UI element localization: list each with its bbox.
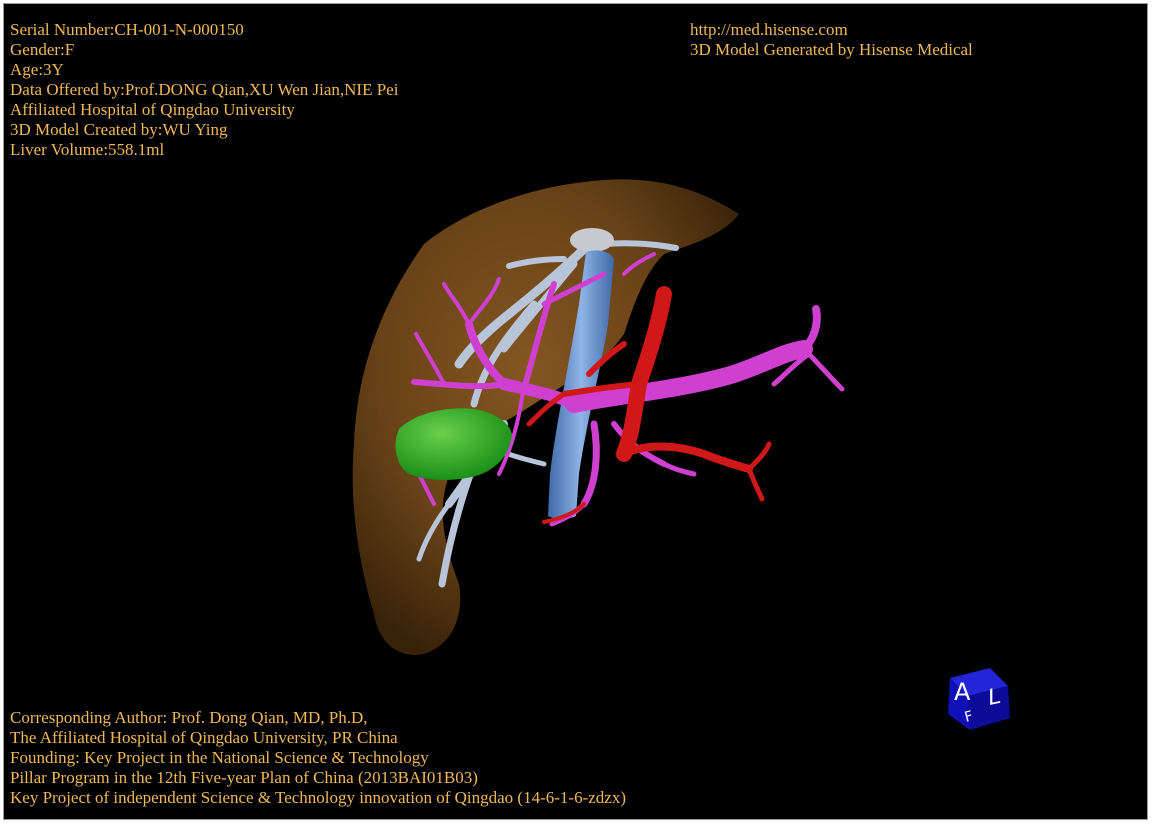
- cube-front-label: A: [954, 678, 971, 706]
- liver-volume-text: Liver Volume:558.1ml: [10, 140, 165, 159]
- tumor: [395, 408, 512, 480]
- generated-by-text: 3D Model Generated by Hisense Medical: [690, 40, 973, 59]
- patient-info-panel: Serial Number:CH-001-N-000150 Gender:F A…: [10, 20, 398, 160]
- hospital-text: Affiliated Hospital of Qingdao Universit…: [10, 100, 295, 119]
- cube-side-label: L: [988, 683, 1001, 711]
- credits-panel: Corresponding Author: Prof. Dong Qian, M…: [10, 708, 626, 808]
- liver-surface: [352, 179, 739, 655]
- founding-text: Founding: Key Project in the National Sc…: [10, 748, 429, 767]
- viewer-frame: Serial Number:CH-001-N-000150 Gender:F A…: [3, 3, 1148, 820]
- model-creator-text: 3D Model Created by:WU Ying: [10, 120, 228, 139]
- gender-text: Gender:F: [10, 40, 75, 59]
- vendor-url-text: http://med.hisense.com: [690, 20, 848, 39]
- affiliation-text: The Affiliated Hospital of Qingdao Unive…: [10, 728, 398, 747]
- pillar-program-text: Pillar Program in the 12th Five-year Pla…: [10, 768, 478, 787]
- serial-number-text: Serial Number:CH-001-N-000150: [10, 20, 244, 39]
- qingdao-project-text: Key Project of independent Science & Tec…: [10, 788, 626, 807]
- corresponding-author-text: Corresponding Author: Prof. Dong Qian, M…: [10, 708, 368, 727]
- data-offered-text: Data Offered by:Prof.DONG Qian,XU Wen Ji…: [10, 80, 399, 99]
- age-text: Age:3Y: [10, 60, 64, 79]
- orientation-cube-icon[interactable]: A L F: [938, 656, 1018, 736]
- hepatic-vein-confluence: [570, 228, 614, 252]
- vendor-info-panel: http://med.hisense.com 3D Model Generate…: [690, 20, 973, 60]
